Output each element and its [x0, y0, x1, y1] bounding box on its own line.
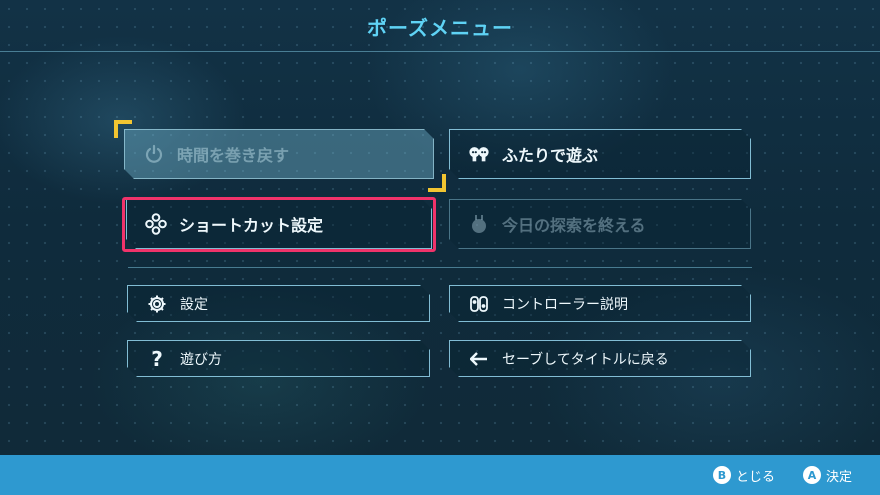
save-return-title-button[interactable]: セーブしてタイトルに戻る [449, 340, 751, 377]
cursor-corner-bottom-right [428, 174, 446, 192]
arrow-left-icon [468, 348, 490, 370]
save-return-title-label: セーブしてタイトルに戻る [502, 351, 669, 368]
joycon-icon [468, 293, 490, 315]
settings-button[interactable]: 設定 [127, 285, 430, 322]
close-label: とじる [735, 469, 775, 485]
settings-label: 設定 [180, 296, 208, 313]
two-player-button[interactable]: ふたりで遊ぶ [449, 129, 751, 179]
selection-highlight [122, 197, 436, 252]
confirm-label: 決定 [825, 469, 852, 485]
rewind-time-label: 時間を巻き戻す [177, 146, 290, 165]
end-exploration-label: 今日の探索を終える [502, 216, 646, 235]
gear-icon [146, 293, 168, 315]
cursor-corner-top-left [114, 120, 132, 138]
confirm-hint[interactable]: A 決定 [802, 466, 852, 485]
how-to-play-label: 遊び方 [180, 351, 222, 368]
question-icon: ? [151, 346, 163, 371]
two-players-icon [468, 143, 490, 165]
close-hint[interactable]: B とじる [712, 466, 775, 485]
end-exploration-button[interactable]: 今日の探索を終える [449, 199, 751, 249]
character-icon [468, 213, 490, 235]
rewind-time-button[interactable]: 時間を巻き戻す [124, 129, 434, 179]
menu-divider [128, 267, 752, 268]
how-to-play-button[interactable]: ? 遊び方 [127, 340, 430, 377]
a-button-icon: A [802, 466, 821, 484]
controller-guide-button[interactable]: コントローラー説明 [449, 285, 751, 322]
controller-guide-label: コントローラー説明 [502, 296, 628, 313]
footer-bar: B とじる A 決定 [0, 455, 880, 495]
two-player-label: ふたりで遊ぶ [502, 146, 599, 165]
power-icon [143, 143, 165, 165]
page-title: ポーズメニュー [367, 16, 513, 40]
title-divider [0, 51, 880, 52]
b-button-icon: B [712, 466, 731, 484]
